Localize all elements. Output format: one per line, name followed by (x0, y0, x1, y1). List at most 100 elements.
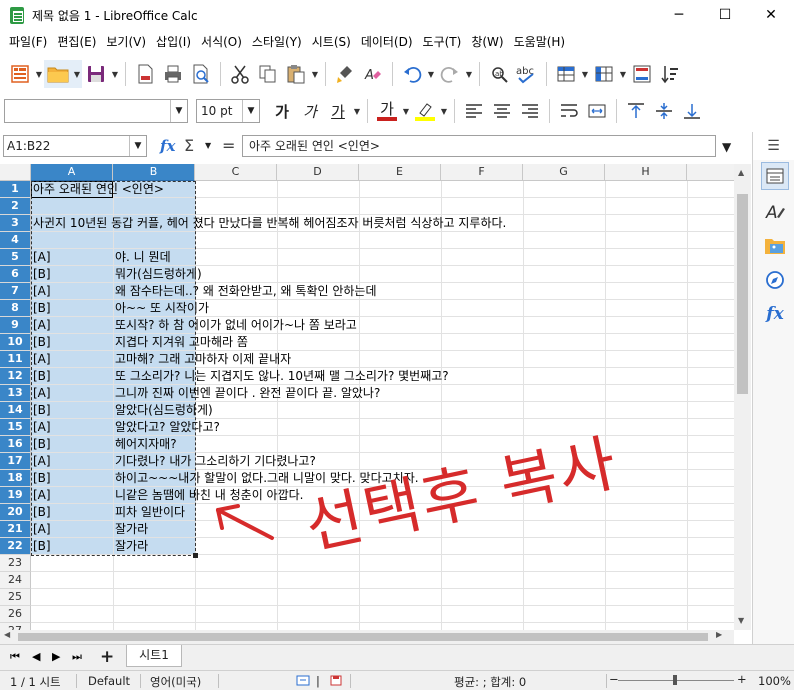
row-header-2[interactable]: 2 (0, 198, 31, 215)
row-header-22[interactable]: 22 (0, 538, 31, 555)
menu-tools[interactable]: 도구(T) (418, 31, 467, 53)
first-sheet-icon[interactable]: ⏮ (10, 650, 20, 664)
row-dropdown-icon[interactable]: ▼ (580, 60, 590, 88)
align-bottom-icon[interactable] (678, 97, 706, 125)
maximize-button[interactable]: ☐ (702, 0, 748, 30)
align-center-icon[interactable] (488, 97, 516, 125)
row-header-5[interactable]: 5 (0, 249, 31, 266)
sort-icon[interactable] (656, 60, 684, 88)
menu-file[interactable]: 파일(F) (4, 31, 52, 53)
functions-icon[interactable]: fx (761, 300, 789, 328)
row-header-1[interactable]: 1 (0, 181, 31, 198)
scroll-up-icon[interactable]: ▲ (738, 168, 744, 177)
horizontal-scrollbar[interactable]: ◀ ▶ (0, 630, 734, 644)
row-header-13[interactable]: 13 (0, 385, 31, 402)
row-header-7[interactable]: 7 (0, 283, 31, 300)
menu-help[interactable]: 도움말(H) (509, 31, 571, 53)
expand-formula-icon[interactable]: ▼ (722, 140, 731, 154)
copy-icon[interactable] (254, 60, 282, 88)
selection-statistics[interactable]: 평균: ; 합계: 0 (454, 674, 526, 690)
column-header-g[interactable]: G (523, 164, 605, 181)
styles-icon[interactable]: A (761, 198, 789, 226)
redo-icon[interactable] (436, 60, 464, 88)
open-dropdown-icon[interactable]: ▼ (72, 60, 82, 88)
row-header-15[interactable]: 15 (0, 419, 31, 436)
row-header-9[interactable]: 9 (0, 317, 31, 334)
menu-edit[interactable]: 편집(E) (52, 31, 101, 53)
print-icon[interactable] (159, 60, 187, 88)
menu-sheet[interactable]: 시트(S) (307, 31, 356, 53)
merge-center-icon[interactable] (583, 97, 611, 125)
selection-mode-icon[interactable] (296, 675, 310, 689)
row-header-19[interactable]: 19 (0, 487, 31, 504)
open-folder-icon[interactable] (44, 60, 72, 88)
row-header-18[interactable]: 18 (0, 470, 31, 487)
properties-icon[interactable] (761, 162, 789, 190)
font-color-dropdown-icon[interactable]: ▼ (401, 97, 411, 125)
function-wizard-icon[interactable]: fx (160, 137, 175, 155)
highlight-color-icon[interactable] (411, 97, 439, 125)
menu-view[interactable]: 보기(V) (101, 31, 151, 53)
scroll-down-icon[interactable]: ▼ (738, 616, 744, 625)
formula-icon[interactable]: = (222, 136, 235, 155)
underline-icon[interactable]: 가 (324, 97, 352, 125)
row-header-10[interactable]: 10 (0, 334, 31, 351)
font-color-icon[interactable]: 가 (373, 97, 401, 125)
align-left-icon[interactable] (460, 97, 488, 125)
last-sheet-icon[interactable]: ⏭ (72, 650, 82, 664)
highlight-dropdown-icon[interactable]: ▼ (439, 97, 449, 125)
headers-icon[interactable] (628, 60, 656, 88)
row-header-16[interactable]: 16 (0, 436, 31, 453)
vertical-scroll-thumb[interactable] (737, 194, 748, 394)
scroll-right-icon[interactable]: ▶ (716, 630, 722, 639)
column-header-h[interactable]: H (605, 164, 687, 181)
undo-dropdown-icon[interactable]: ▼ (426, 60, 436, 88)
column-header-a[interactable]: A (31, 164, 113, 181)
new-dropdown-icon[interactable]: ▼ (34, 60, 44, 88)
menu-format[interactable]: 서식(O) (196, 31, 247, 53)
navigator-icon[interactable] (761, 266, 789, 294)
wrap-text-icon[interactable] (555, 97, 583, 125)
menu-data[interactable]: 데이터(D) (356, 31, 418, 53)
save-icon[interactable] (82, 60, 110, 88)
row-header-26[interactable]: 26 (0, 606, 31, 623)
row-header-12[interactable]: 12 (0, 368, 31, 385)
save-dropdown-icon[interactable]: ▼ (110, 60, 120, 88)
paste-icon[interactable] (282, 60, 310, 88)
menu-window[interactable]: 창(W) (466, 31, 508, 53)
paste-dropdown-icon[interactable]: ▼ (310, 60, 320, 88)
row-header-25[interactable]: 25 (0, 589, 31, 606)
row-header-4[interactable]: 4 (0, 232, 31, 249)
row-header-17[interactable]: 17 (0, 453, 31, 470)
sum-icon[interactable]: Σ (184, 136, 194, 155)
row-header-14[interactable]: 14 (0, 402, 31, 419)
row-header-6[interactable]: 6 (0, 266, 31, 283)
document-modified-icon[interactable] (330, 675, 342, 689)
column-icon[interactable] (590, 60, 618, 88)
underline-dropdown-icon[interactable]: ▼ (352, 97, 362, 125)
chevron-down-icon[interactable]: ▼ (242, 100, 259, 122)
find-replace-icon[interactable]: ab (485, 60, 513, 88)
row-icon[interactable] (552, 60, 580, 88)
align-top-icon[interactable] (622, 97, 650, 125)
undo-icon[interactable] (398, 60, 426, 88)
center-vertically-icon[interactable] (650, 97, 678, 125)
name-box[interactable]: A1:B22 ▼ (3, 135, 147, 157)
row-header-3[interactable]: 3 (0, 215, 31, 232)
zoom-in-icon[interactable]: + (737, 672, 747, 686)
spreadsheet-grid[interactable]: A B C D E F G H 1 2 3 4 5 6 7 8 9 10 11 … (0, 164, 734, 630)
scroll-left-icon[interactable]: ◀ (4, 630, 10, 639)
page-style[interactable]: Default (88, 674, 130, 688)
text-language[interactable]: 영어(미국) (150, 674, 201, 690)
vertical-scrollbar[interactable]: ▲ ▼ (734, 164, 751, 630)
font-name-box[interactable]: ▼ (4, 99, 188, 123)
row-header-24[interactable]: 24 (0, 572, 31, 589)
minimize-button[interactable]: ─ (656, 0, 702, 30)
redo-dropdown-icon[interactable]: ▼ (464, 60, 474, 88)
row-header-8[interactable]: 8 (0, 300, 31, 317)
zoom-out-icon[interactable]: − (609, 672, 619, 686)
font-size-box[interactable]: 10 pt ▼ (196, 99, 260, 123)
column-header-f[interactable]: F (441, 164, 523, 181)
print-preview-icon[interactable] (187, 60, 215, 88)
cells-area[interactable]: 아주 오래된 연인 <인연> 사귄지 10년된 동갑 커플, 헤어 졌다 만났다… (31, 181, 734, 630)
